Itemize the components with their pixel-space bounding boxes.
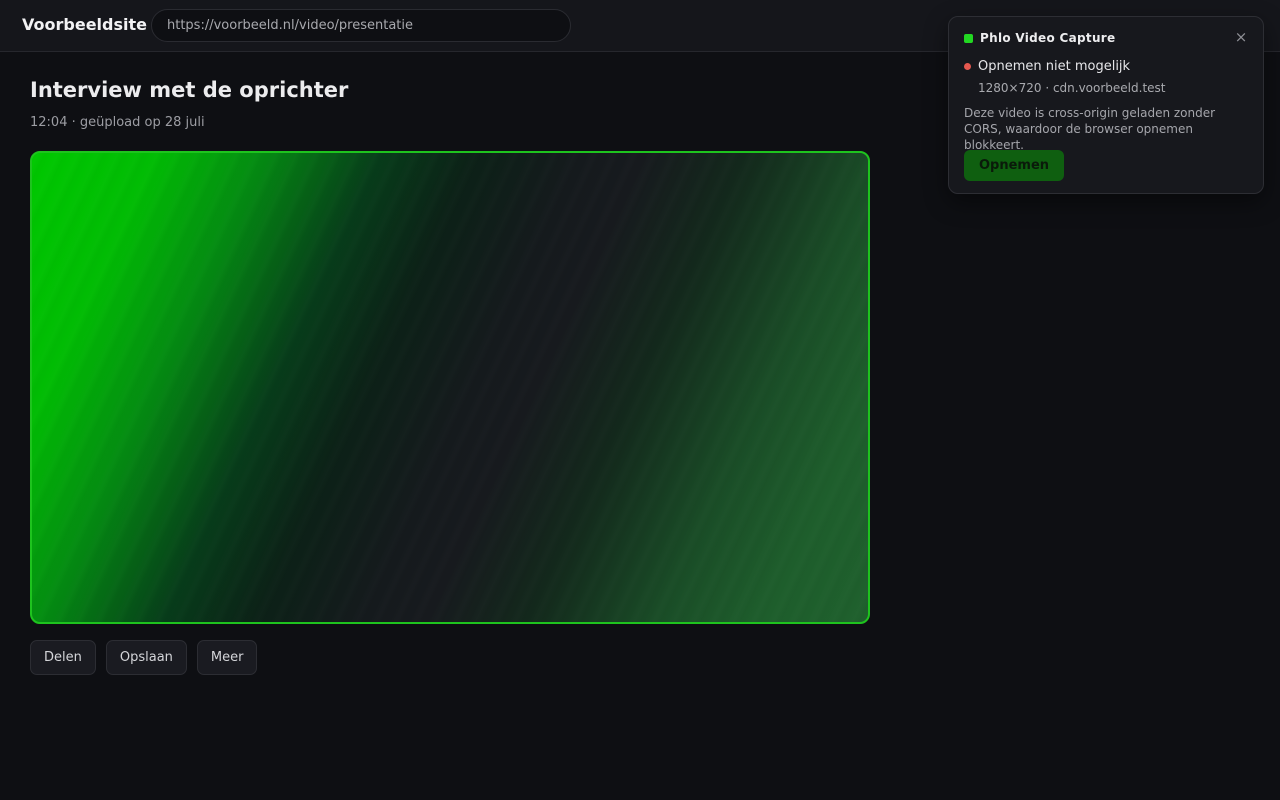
url-input[interactable] [151,9,571,42]
share-button[interactable]: Delen [30,640,96,675]
popup-header: Phlo Video Capture [964,31,1115,45]
site-name[interactable]: Voorbeeldsite [22,15,147,34]
status-dot-icon [964,63,971,70]
extension-name: Phlo Video Capture [980,31,1116,45]
save-button[interactable]: Opslaan [105,640,187,675]
video-player[interactable] [30,151,870,624]
status-row: Opnemen niet mogelijk [964,59,1130,74]
error-description: Deze video is cross-origin geladen zonde… [964,106,1216,152]
close-icon[interactable]: × [1233,29,1249,45]
video-meta: 12:04 · geüpload op 28 juli [30,115,205,130]
status-text: Opnemen niet mogelijk [978,59,1131,74]
source-info: 1280×720 · cdn.voorbeeld.test [978,81,1166,95]
video-actions: Delen Opslaan Meer [30,640,258,675]
video-frame [32,153,868,622]
logo-icon [964,33,973,43]
page-title: Interview met de oprichter [30,78,349,102]
record-button[interactable]: Opnemen [964,150,1065,181]
extension-popup: Phlo Video Capture × Opnemen niet mogeli… [948,16,1264,194]
more-button[interactable]: Meer [196,640,258,675]
